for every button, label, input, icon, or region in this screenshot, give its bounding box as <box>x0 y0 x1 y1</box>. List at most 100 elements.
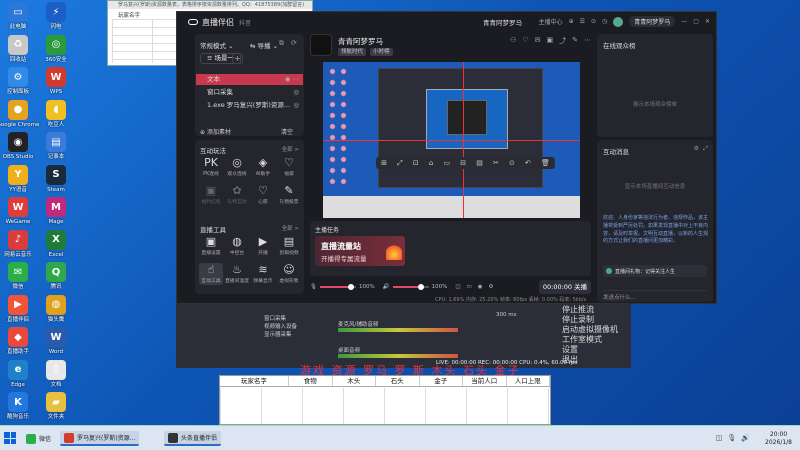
obs-source-2[interactable]: 显示器采集 <box>264 330 292 338</box>
tool-item[interactable]: ♡ 心愿 <box>251 184 275 206</box>
tool-icon[interactable]: ✎ <box>572 36 578 46</box>
clear-sources-button[interactable]: 清空 <box>281 127 293 136</box>
source-item-game[interactable]: 1.exe 罗马复兴(罗斯)资源... ◎ <box>196 100 303 111</box>
preview-tool-icon[interactable]: ⊟ <box>460 159 466 167</box>
clock[interactable]: 20:00 2026/1/8 <box>765 431 792 447</box>
tool-item[interactable]: ☝ 互动工具 <box>199 263 223 285</box>
sheet-column-header[interactable]: 石头 <box>376 376 420 386</box>
host-center-link[interactable]: 主播中心 <box>539 17 563 26</box>
sheet-column-header[interactable]: 木头 <box>333 376 376 386</box>
spreadsheet-window-bottom[interactable]: 玩家名字 食物 木头 石头 金子 当前人口 人口上限 <box>219 375 551 425</box>
more-icon[interactable]: ⋯ <box>584 36 591 46</box>
settings-gear-icon[interactable]: ⚙ <box>489 284 494 290</box>
tool-item[interactable]: ◎ 观众连线 <box>225 156 249 178</box>
minimize-icon[interactable]: — <box>681 18 687 25</box>
expand-icon[interactable]: ⤢ <box>703 145 708 153</box>
add-icon[interactable]: ⊕ <box>569 18 574 25</box>
taskbar-app[interactable]: 微信 <box>22 431 55 446</box>
add-scene-button[interactable]: + <box>232 53 243 64</box>
avatar[interactable] <box>613 16 624 27</box>
gift-icon[interactable]: ▣ <box>547 36 554 46</box>
camera-icon[interactable]: ◫ <box>455 284 460 290</box>
start-button[interactable] <box>4 432 16 444</box>
go-live-button[interactable]: 00:00:00 关播 <box>539 280 591 294</box>
mic-icon[interactable]: 🎙 <box>310 284 317 290</box>
preview-tool-icon[interactable]: ▤ <box>476 159 483 167</box>
preview-tool-icon[interactable]: ⤢ <box>397 159 403 168</box>
sheet-column-header[interactable]: 金子 <box>420 376 463 386</box>
like-icon[interactable]: ♡ <box>522 36 528 46</box>
preview-tool-icon[interactable]: ↶ <box>525 159 531 167</box>
refresh-icon[interactable]: ⟳ <box>291 39 297 47</box>
settings-icon[interactable]: ⊙ <box>591 18 596 25</box>
mail-icon[interactable]: ✉ <box>535 36 541 46</box>
preview-tool-icon[interactable]: ⊡ <box>413 159 419 167</box>
obs-source-0[interactable]: 窗口采集 <box>264 314 286 322</box>
tool-item[interactable]: ♨ 直播间温度 <box>225 263 249 285</box>
chat-input[interactable]: 发送点什么... <box>603 290 707 301</box>
settings-icon[interactable]: ⚙ <box>694 145 699 152</box>
source-item-window[interactable]: 窗口采集 ◎ <box>196 87 303 98</box>
record-icon[interactable]: ◉ <box>478 284 483 290</box>
mode-dropdown[interactable]: 常规模式 ⌄ <box>200 40 234 50</box>
tool-item[interactable]: ♡ 福袋 <box>277 156 301 178</box>
traffic-banner[interactable]: 直播流量站 开播得专属流量 <box>315 236 405 266</box>
tool-item[interactable]: ▶ 开播 <box>251 235 275 257</box>
source-item-text[interactable]: 文本 ◉ ⋯ <box>196 74 303 85</box>
room-tag-1[interactable]: 小时榜 <box>370 48 393 56</box>
tool-item[interactable]: ▤ 剪辑视频 <box>277 235 301 257</box>
tool-item[interactable]: ✎ 礼物投票 <box>277 184 301 206</box>
tool-item[interactable]: ≋ 弹幕显示 <box>251 263 275 285</box>
obs-control-button[interactable]: 退出 <box>562 354 578 365</box>
close-icon[interactable]: ✕ <box>705 18 710 25</box>
tool-item[interactable]: ✿ 礼物互动 <box>225 184 249 206</box>
sheet-body[interactable] <box>220 388 550 424</box>
obs-transition[interactable]: 300 ms <box>496 312 516 318</box>
tool-item[interactable]: ◍ 中控台 <box>225 235 249 257</box>
mic-tray-icon[interactable]: 🎙 <box>727 434 736 442</box>
interact-more-link[interactable]: 全部 > <box>282 145 299 153</box>
tool-item[interactable]: PK PK连线 <box>199 156 223 178</box>
history-icon[interactable]: ◷ <box>602 18 607 25</box>
preview-tool-icon[interactable]: ⊙ <box>509 159 515 167</box>
room-avatar[interactable] <box>310 34 332 56</box>
stream-preview[interactable] <box>323 62 580 218</box>
add-source-button[interactable]: ⊕ 添加素材 <box>200 127 231 136</box>
volume-icon[interactable]: 🔊 <box>741 434 750 442</box>
sheet-column-header[interactable]: 玩家名字 <box>220 376 289 386</box>
mic-slider[interactable] <box>319 284 356 290</box>
user-name[interactable]: 青青阿梦罗马 <box>629 16 676 27</box>
preview-tool-icon[interactable]: ✂ <box>493 159 499 167</box>
share-icon[interactable]: ⤴ <box>559 36 566 46</box>
live-tools-more-link[interactable]: 全部 > <box>282 224 299 232</box>
preview-tool-icon[interactable]: ▭ <box>443 159 450 167</box>
speaker-icon[interactable]: 🔊 <box>383 284 390 290</box>
sheet-column-header[interactable]: 当前人口 <box>463 376 507 386</box>
sheet-column-header[interactable]: 食物 <box>289 376 333 386</box>
sheet-column-header[interactable]: 人口上限 <box>507 376 550 386</box>
speaker-slider[interactable] <box>392 284 429 290</box>
host-task-panel: 主播任务 直播流量站 开播得专属流量 <box>310 221 591 276</box>
tool-item[interactable]: ▣ 福利红包 <box>199 184 223 206</box>
preview-tool-icon[interactable]: ⌂ <box>429 159 433 167</box>
import-button[interactable]: ⇆ 导播 ⌄ <box>250 40 278 50</box>
maximize-icon[interactable]: ▢ <box>693 18 699 25</box>
source-options-icon[interactable]: ◉ ⋯ <box>285 74 299 85</box>
live-companion-window[interactable]: 直播伴侣 抖音 青青阿梦罗马 主播中心 ⊕ ☰ ⊙ ◷ 青青阿梦罗马 — ▢ ✕ … <box>176 11 717 304</box>
source-eye-icon[interactable]: ◎ <box>293 100 299 111</box>
preview-tool-icon[interactable]: 🗑 <box>541 159 550 167</box>
room-tag-0[interactable]: 领航时代 <box>338 48 367 56</box>
tool-item[interactable]: ◈ AI助手 <box>251 156 275 178</box>
preview-tool-icon[interactable]: ⊞ <box>381 159 387 167</box>
tool-item[interactable]: ☺ 虚拟形象 <box>277 263 301 285</box>
copy-icon[interactable]: ⧉ <box>279 39 284 48</box>
menu-icon[interactable]: ☰ <box>580 18 585 25</box>
screen-icon[interactable]: ▭ <box>467 284 472 290</box>
tool-item[interactable]: ▣ 直播设置 <box>199 235 223 257</box>
taskbar-app[interactable]: 罗马复兴(罗斯)资源... <box>60 431 140 446</box>
obs-source-1[interactable]: 视频输入设备 <box>264 322 297 330</box>
network-icon[interactable]: ◫ <box>716 434 723 442</box>
group-icon[interactable]: ⚇ <box>510 36 516 46</box>
source-eye-icon[interactable]: ◎ <box>293 87 299 98</box>
taskbar-app[interactable]: 头条直播伴侣 <box>164 431 222 446</box>
